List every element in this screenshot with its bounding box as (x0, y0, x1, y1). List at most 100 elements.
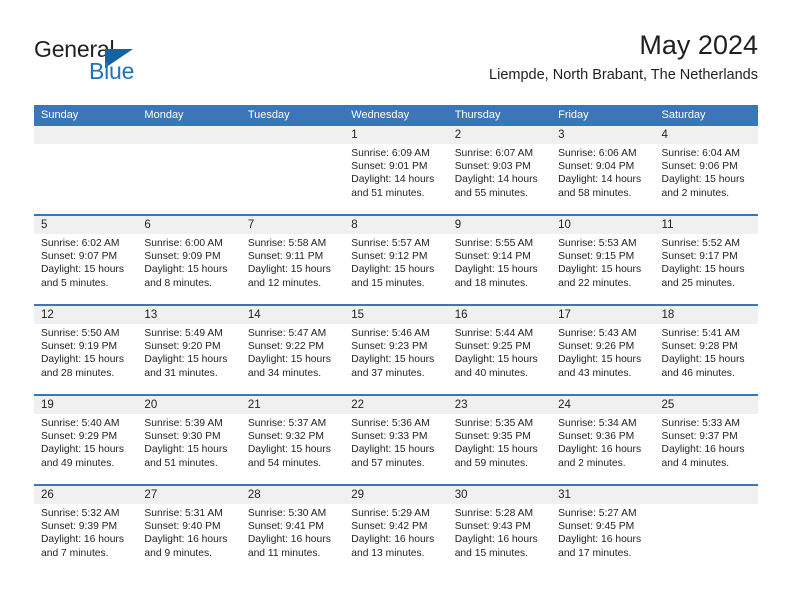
day-number: 22 (344, 396, 448, 414)
calendar-day-cell[interactable]: 4 Sunrise: 6:04 AM Sunset: 9:06 PM Daylight… (654, 126, 758, 214)
daylight-text: Daylight: 15 hours and 37 minutes. (351, 354, 435, 379)
sunset-text: Sunset: 9:42 PM (351, 521, 428, 533)
calendar-day-cell[interactable]: 31 Sunrise: 5:27 AM Sunset: 9:45 PM Dayligh… (551, 486, 655, 574)
calendar-day-cell[interactable]: 10 Sunrise: 5:53 AM Sunset: 9:15 PM Dayligh… (551, 216, 655, 304)
sunset-text: Sunset: 9:20 PM (144, 341, 221, 353)
calendar-day-cell[interactable]: 12 Sunrise: 5:50 AM Sunset: 9:19 PM Dayligh… (34, 306, 138, 394)
daylight-text: Daylight: 16 hours and 15 minutes. (454, 534, 538, 559)
calendar-day-cell[interactable]: 9 Sunrise: 5:55 AM Sunset: 9:14 PM Daylight… (447, 216, 552, 304)
daylight-text: Daylight: 15 hours and 25 minutes. (661, 264, 745, 289)
calendar-day-cell[interactable]: 25 Sunrise: 5:33 AM Sunset: 9:37 PM Dayligh… (654, 396, 758, 484)
brand-name-blue: Blue (89, 58, 135, 84)
sunset-text: Sunset: 9:33 PM (351, 431, 428, 443)
day-number: 23 (447, 396, 552, 414)
sunset-text: Sunset: 9:37 PM (661, 431, 738, 443)
calendar-day-cell[interactable]: 19 Sunrise: 5:40 AM Sunset: 9:29 PM Dayligh… (34, 396, 138, 484)
calendar-day-cell[interactable]: 1 Sunrise: 6:09 AM Sunset: 9:01 PM Daylight… (344, 126, 448, 214)
calendar-day-cell[interactable]: 20 Sunrise: 5:39 AM Sunset: 9:30 PM Dayligh… (137, 396, 241, 484)
sunset-text: Sunset: 9:29 PM (41, 431, 118, 443)
calendar-day-cell[interactable]: 30 Sunrise: 5:28 AM Sunset: 9:43 PM Dayligh… (447, 486, 552, 574)
weekday-header-saturday: Saturday (661, 109, 706, 121)
calendar-day-cell[interactable]: 29 Sunrise: 5:29 AM Sunset: 9:42 PM Dayligh… (344, 486, 448, 574)
day-number: 18 (654, 306, 758, 324)
day-details: Sunrise: 6:04 AM Sunset: 9:06 PM Daylight:… (655, 144, 758, 200)
day-details: Sunrise: 5:31 AM Sunset: 9:40 PM Daylight:… (137, 504, 240, 560)
day-number: 9 (447, 216, 552, 234)
sunset-text: Sunset: 9:40 PM (144, 521, 221, 533)
daylight-text: Daylight: 15 hours and 5 minutes. (41, 264, 124, 289)
daylight-text: Daylight: 15 hours and 54 minutes. (247, 444, 331, 469)
daylight-text: Daylight: 15 hours and 59 minutes. (454, 444, 538, 469)
day-details: Sunrise: 5:49 AM Sunset: 9:20 PM Daylight:… (137, 324, 240, 380)
sunset-text: Sunset: 9:32 PM (247, 431, 324, 443)
sunrise-text: Sunrise: 6:04 AM (661, 148, 740, 159)
sunrise-text: Sunrise: 5:28 AM (454, 508, 534, 519)
sunset-text: Sunset: 9:11 PM (247, 251, 324, 263)
day-details: Sunrise: 6:07 AM Sunset: 9:03 PM Daylight:… (448, 144, 551, 200)
sunset-text: Sunset: 9:07 PM (41, 251, 118, 263)
day-number (654, 486, 758, 504)
page-subtitle: Liempde, North Brabant, The Netherlands (489, 67, 758, 83)
calendar-day-cell[interactable]: 17 Sunrise: 5:43 AM Sunset: 9:26 PM Dayligh… (551, 306, 655, 394)
day-details: Sunrise: 5:44 AM Sunset: 9:25 PM Daylight:… (448, 324, 551, 380)
day-number: 10 (551, 216, 655, 234)
calendar-day-cell[interactable]: 15 Sunrise: 5:46 AM Sunset: 9:23 PM Dayligh… (344, 306, 448, 394)
calendar-day-cell[interactable]: 6 Sunrise: 6:00 AM Sunset: 9:09 PM Daylight… (137, 216, 241, 304)
sunrise-text: Sunrise: 5:58 AM (247, 238, 327, 249)
day-details: Sunrise: 5:46 AM Sunset: 9:23 PM Daylight:… (344, 324, 447, 380)
calendar-day-cell[interactable]: 27 Sunrise: 5:31 AM Sunset: 9:40 PM Dayligh… (137, 486, 241, 574)
daylight-text: Daylight: 15 hours and 15 minutes. (351, 264, 435, 289)
day-details: Sunrise: 5:47 AM Sunset: 9:22 PM Daylight:… (241, 324, 344, 380)
day-number: 26 (34, 486, 138, 504)
calendar-day-cell[interactable]: 2 Sunrise: 6:07 AM Sunset: 9:03 PM Daylight… (447, 126, 552, 214)
day-details: Sunrise: 5:29 AM Sunset: 9:42 PM Daylight:… (344, 504, 447, 560)
day-details: Sunrise: 5:30 AM Sunset: 9:41 PM Daylight:… (241, 504, 344, 560)
calendar-weeks: 1 Sunrise: 6:09 AM Sunset: 9:01 PM Daylight… (34, 126, 758, 574)
day-number: 28 (240, 486, 345, 504)
calendar-week-row: 19 Sunrise: 5:40 AM Sunset: 9:29 PM Dayligh… (34, 394, 758, 484)
daylight-text: Daylight: 16 hours and 11 minutes. (247, 534, 331, 559)
daylight-text: Daylight: 15 hours and 43 minutes. (558, 354, 642, 379)
calendar-day-cell[interactable]: 22 Sunrise: 5:36 AM Sunset: 9:33 PM Dayligh… (344, 396, 448, 484)
calendar-day-cell[interactable]: 5 Sunrise: 6:02 AM Sunset: 9:07 PM Daylight… (34, 216, 138, 304)
day-number: 7 (240, 216, 345, 234)
sunrise-text: Sunrise: 5:50 AM (41, 328, 120, 339)
sunset-text: Sunset: 9:23 PM (351, 341, 428, 353)
day-number: 6 (137, 216, 241, 234)
sunset-text: Sunset: 9:35 PM (454, 431, 531, 443)
calendar-day-cell[interactable]: 3 Sunrise: 6:06 AM Sunset: 9:04 PM Daylight… (551, 126, 655, 214)
sunset-text: Sunset: 9:36 PM (558, 431, 635, 443)
sunset-text: Sunset: 9:12 PM (351, 251, 428, 263)
calendar-day-cell[interactable]: 8 Sunrise: 5:57 AM Sunset: 9:12 PM Daylight… (344, 216, 448, 304)
sunrise-text: Sunrise: 5:30 AM (247, 508, 327, 519)
sunrise-text: Sunrise: 6:02 AM (41, 238, 120, 249)
calendar-day-cell[interactable]: 24 Sunrise: 5:34 AM Sunset: 9:36 PM Dayligh… (551, 396, 655, 484)
calendar-day-cell[interactable]: 18 Sunrise: 5:41 AM Sunset: 9:28 PM Dayligh… (654, 306, 758, 394)
calendar-grid: Sunday Monday Tuesday Wednesday Thursday Frid… (34, 105, 758, 574)
sunrise-text: Sunrise: 6:07 AM (454, 148, 534, 159)
calendar-day-cell[interactable]: 16 Sunrise: 5:44 AM Sunset: 9:25 PM Dayligh… (447, 306, 552, 394)
calendar-day-cell[interactable]: 28 Sunrise: 5:30 AM Sunset: 9:41 PM Dayligh… (240, 486, 345, 574)
calendar-day-cell[interactable]: 11 Sunrise: 5:52 AM Sunset: 9:17 PM Dayligh… (654, 216, 758, 304)
calendar-day-cell[interactable]: 13 Sunrise: 5:49 AM Sunset: 9:20 PM Dayligh… (137, 306, 241, 394)
calendar-day-cell[interactable]: 26 Sunrise: 5:32 AM Sunset: 9:39 PM Dayligh… (34, 486, 138, 574)
day-details: Sunrise: 5:57 AM Sunset: 9:12 PM Daylight:… (344, 234, 447, 290)
title-block: May 2024 Liempde, North Brabant, The Net… (489, 28, 758, 86)
sunset-text: Sunset: 9:28 PM (661, 341, 738, 353)
daylight-text: Daylight: 16 hours and 17 minutes. (558, 534, 642, 559)
calendar-day-cell[interactable]: 14 Sunrise: 5:47 AM Sunset: 9:22 PM Dayligh… (240, 306, 345, 394)
sunrise-text: Sunrise: 5:35 AM (454, 418, 534, 429)
sunset-text: Sunset: 9:04 PM (558, 161, 635, 173)
calendar-day-cell[interactable]: 7 Sunrise: 5:58 AM Sunset: 9:11 PM Daylight… (240, 216, 345, 304)
day-number: 14 (240, 306, 345, 324)
sunrise-text: Sunrise: 5:37 AM (247, 418, 327, 429)
day-number: 16 (447, 306, 552, 324)
sunrise-text: Sunrise: 5:36 AM (351, 418, 430, 429)
day-details: Sunrise: 5:33 AM Sunset: 9:37 PM Daylight:… (655, 414, 758, 470)
daylight-text: Daylight: 15 hours and 8 minutes. (144, 264, 228, 289)
calendar-day-cell[interactable]: 21 Sunrise: 5:37 AM Sunset: 9:32 PM Dayligh… (240, 396, 345, 484)
daylight-text: Daylight: 15 hours and 49 minutes. (41, 444, 124, 469)
weekday-header-tuesday: Tuesday (247, 109, 290, 121)
day-number: 24 (551, 396, 655, 414)
calendar-day-cell[interactable]: 23 Sunrise: 5:35 AM Sunset: 9:35 PM Dayligh… (447, 396, 552, 484)
